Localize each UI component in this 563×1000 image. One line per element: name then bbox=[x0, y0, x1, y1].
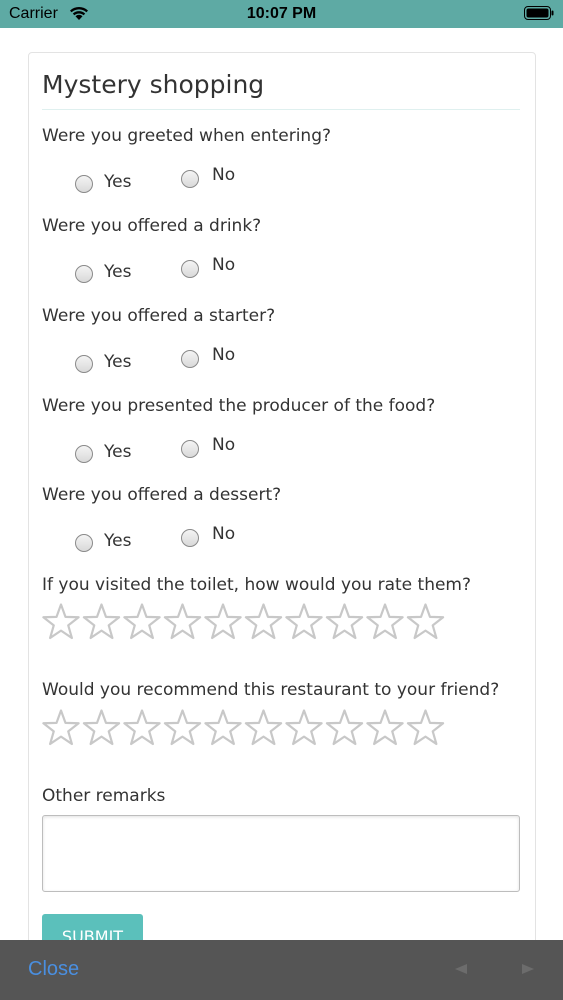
radio-yes-label: Yes bbox=[104, 442, 132, 462]
radio-no-label: No bbox=[212, 165, 236, 185]
back-arrow-icon[interactable] bbox=[455, 964, 467, 974]
star-icon[interactable] bbox=[163, 709, 202, 746]
question-starter: Were you offered a starter? bbox=[42, 306, 276, 326]
question-producer: Were you presented the producer of the f… bbox=[42, 396, 436, 416]
star-icon[interactable] bbox=[285, 603, 323, 640]
rating-question-recommend: Would you recommend this restaurant to y… bbox=[42, 680, 500, 700]
star-icon[interactable] bbox=[366, 709, 404, 746]
radio-yes[interactable] bbox=[75, 534, 93, 552]
question-dessert: Were you offered a dessert? bbox=[42, 485, 282, 505]
star-icon[interactable] bbox=[244, 603, 283, 640]
radio-group-drink: Yes No bbox=[0, 255, 563, 290]
star-icon[interactable] bbox=[204, 603, 242, 640]
radio-no-label: No bbox=[212, 524, 236, 544]
radio-yes-label: Yes bbox=[104, 172, 132, 192]
radio-no-label: No bbox=[212, 255, 236, 275]
radio-no-label: No bbox=[212, 435, 236, 455]
star-rating-toilet bbox=[42, 602, 462, 642]
star-icon[interactable] bbox=[163, 603, 202, 640]
star-icon[interactable] bbox=[42, 603, 80, 640]
radio-no[interactable] bbox=[181, 260, 199, 278]
star-rating-recommend bbox=[42, 708, 462, 748]
star-icon[interactable] bbox=[123, 603, 161, 640]
radio-no[interactable] bbox=[181, 350, 199, 368]
radio-group-dessert: Yes No bbox=[0, 524, 563, 559]
remarks-textarea[interactable] bbox=[42, 815, 520, 892]
star-rating-svg bbox=[42, 603, 445, 640]
star-icon[interactable] bbox=[204, 709, 242, 746]
radio-no[interactable] bbox=[181, 170, 199, 188]
star-icon[interactable] bbox=[42, 709, 80, 746]
star-icon[interactable] bbox=[406, 709, 445, 746]
forward-arrow-icon[interactable] bbox=[522, 964, 534, 974]
form-title: Mystery shopping bbox=[42, 70, 265, 99]
status-time: 10:07 PM bbox=[246, 5, 317, 22]
star-icon[interactable] bbox=[82, 603, 121, 640]
star-icon[interactable] bbox=[82, 709, 121, 746]
battery-icon bbox=[524, 6, 554, 20]
star-icon[interactable] bbox=[123, 709, 161, 746]
radio-yes[interactable] bbox=[75, 445, 93, 463]
star-icon[interactable] bbox=[366, 603, 404, 640]
star-icon[interactable] bbox=[244, 709, 283, 746]
bottom-toolbar: Close bbox=[0, 940, 563, 1000]
radio-group-producer: Yes No bbox=[0, 435, 563, 470]
question-drink: Were you offered a drink? bbox=[42, 216, 262, 236]
radio-group-greeted: Yes No bbox=[0, 165, 563, 200]
question-greeted: Were you greeted when entering? bbox=[42, 126, 332, 146]
status-bar: Carrier 10:07 PM bbox=[0, 0, 563, 28]
radio-yes-label: Yes bbox=[104, 531, 132, 551]
star-rating-svg bbox=[42, 709, 445, 746]
radio-no[interactable] bbox=[181, 440, 199, 458]
radio-no-label: No bbox=[212, 345, 236, 365]
radio-group-starter: Yes No bbox=[0, 345, 563, 380]
star-icon[interactable] bbox=[285, 709, 323, 746]
radio-yes[interactable] bbox=[75, 355, 93, 373]
radio-yes-label: Yes bbox=[104, 352, 132, 372]
star-icon[interactable] bbox=[406, 603, 445, 640]
star-icon[interactable] bbox=[325, 709, 364, 746]
close-button[interactable]: Close bbox=[28, 958, 79, 981]
radio-yes[interactable] bbox=[75, 175, 93, 193]
radio-no[interactable] bbox=[181, 529, 199, 547]
title-divider bbox=[42, 109, 520, 110]
rating-question-toilet: If you visited the toilet, how would you… bbox=[42, 575, 472, 595]
radio-yes[interactable] bbox=[75, 265, 93, 283]
remarks-label: Other remarks bbox=[42, 786, 166, 806]
star-icon[interactable] bbox=[325, 603, 364, 640]
radio-yes-label: Yes bbox=[104, 262, 132, 282]
